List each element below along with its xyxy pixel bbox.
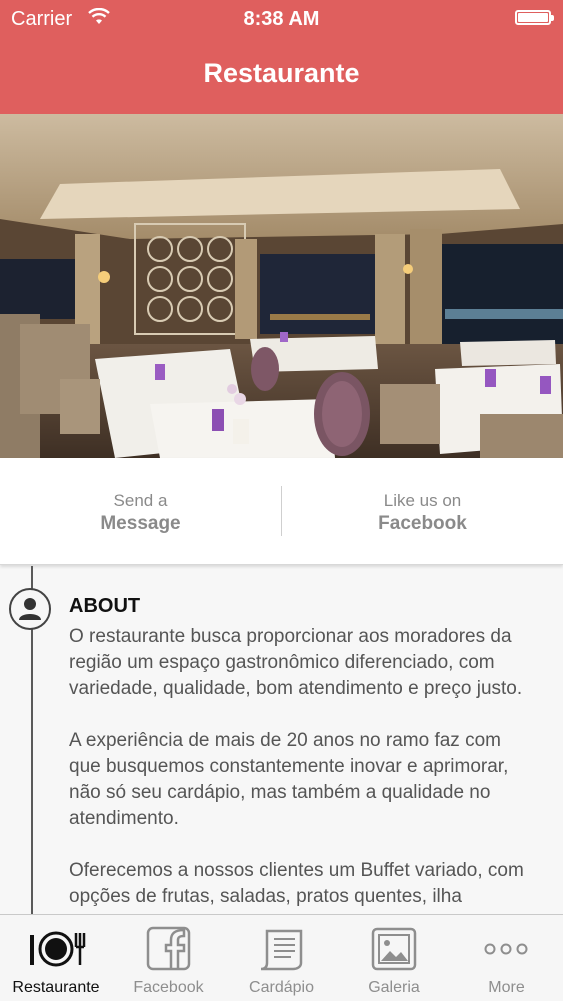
battery-icon xyxy=(515,10,554,25)
status-time: 8:38 AM xyxy=(243,8,320,30)
more-dots-icon xyxy=(450,925,563,973)
about-paragraph: Oferecemos a nossos clientes um Buffet v… xyxy=(69,860,524,907)
status-bar: Carrier 8:38 AM xyxy=(0,0,563,38)
about-title: ABOUT xyxy=(69,595,141,617)
tab-label: More xyxy=(488,979,525,996)
tab-more[interactable]: More xyxy=(450,915,563,1001)
page-title: Restaurante xyxy=(203,58,360,88)
person-icon xyxy=(9,588,51,630)
send-message-line1: Send a xyxy=(113,491,168,510)
menu-scroll-icon xyxy=(225,925,338,973)
send-message-button[interactable]: Send a Message xyxy=(0,458,281,564)
hero-image xyxy=(0,114,563,458)
like-facebook-line1: Like us on xyxy=(383,491,462,510)
tab-cardapio[interactable]: Cardápio xyxy=(225,915,338,1001)
like-facebook-line2: Facebook xyxy=(378,513,467,534)
tab-restaurante[interactable]: Restaurante xyxy=(0,915,112,1001)
tab-label: Galeria xyxy=(368,979,420,996)
about-body: O restaurante busca proporcionar aos mor… xyxy=(69,624,537,936)
tab-label: Cardápio xyxy=(249,979,314,996)
like-facebook-button[interactable]: Like us on Facebook xyxy=(282,458,563,564)
gallery-icon xyxy=(338,925,450,973)
tab-label: Facebook xyxy=(133,979,204,996)
top-bar: Carrier 8:38 AM Restaurante xyxy=(0,0,563,114)
tab-galeria[interactable]: Galeria xyxy=(338,915,450,1001)
send-message-line2: Message xyxy=(100,513,181,534)
plate-cutlery-icon xyxy=(0,925,112,973)
about-paragraph: O restaurante busca proporcionar aos mor… xyxy=(69,626,523,699)
facebook-icon xyxy=(112,925,225,973)
action-bar: Send a Message Like us on Facebook xyxy=(0,458,563,565)
tab-label: Restaurante xyxy=(12,979,100,996)
about-paragraph: A experiência de mais de 20 anos no ramo… xyxy=(69,730,509,829)
tab-bar: Restaurante Facebook Cardápio Galeria Mo… xyxy=(0,914,563,1001)
tab-facebook[interactable]: Facebook xyxy=(112,915,225,1001)
